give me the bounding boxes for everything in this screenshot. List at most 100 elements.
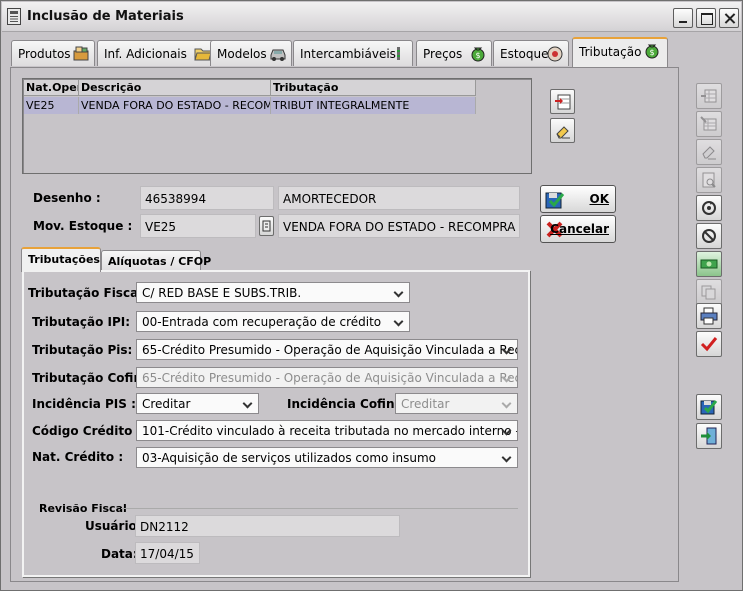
check-icon [700, 337, 718, 352]
cod-credito-value: 101-Crédito vinculado à receita tributad… [142, 424, 518, 438]
desenho-desc-field: AMORTECEDOR [278, 186, 520, 210]
main-window: Inclusão de Materiais Produtos Inf. Adic… [0, 0, 743, 591]
eraser-button[interactable] [550, 118, 575, 143]
mov-estoque-desc-field: VENDA FORA DO ESTADO - RECOMPRA [278, 214, 520, 238]
inc-cofins-select[interactable]: Creditar [395, 393, 518, 414]
save-button[interactable] [696, 394, 722, 420]
chevron-down-icon[interactable] [500, 370, 515, 385]
inc-cofins-value: Creditar [401, 397, 450, 411]
table-row[interactable]: VE25 VENDA FORA DO ESTADO - RECOMPRA TRI… [24, 97, 476, 114]
column-header[interactable]: Nat.Oper. [24, 80, 79, 96]
eraser-icon [556, 126, 570, 139]
exit-icon [701, 427, 717, 445]
save-icon [545, 192, 565, 209]
ok-button[interactable]: OK [540, 185, 616, 213]
cancel-label: Cancelar [550, 222, 609, 236]
chevron-down-icon[interactable] [500, 423, 515, 438]
copy-button[interactable] [696, 279, 722, 305]
cod-credito-select[interactable]: 101-Crédito vinculado à receita tributad… [136, 420, 518, 441]
trib-ipi-value: 00-Entrada com recuperação de crédito [142, 315, 382, 329]
revisao-fiscal-heading: Revisão Fiscal [39, 502, 127, 515]
tab-precos[interactable]: Preços $ [416, 40, 492, 66]
column-header[interactable]: Tributação [271, 80, 476, 96]
exit-button[interactable] [696, 423, 722, 449]
ok-label: OK [589, 192, 610, 206]
close-button[interactable] [719, 8, 739, 28]
trib-cofins-value: 65-Crédito Presumido - Operação de Aquis… [142, 371, 518, 385]
tab-label: Tributação [579, 45, 642, 59]
desenho-label: Desenho : [33, 191, 101, 205]
tab-tributacao[interactable]: Tributação $ [572, 37, 668, 67]
cod-credito-label: Código Crédito : [32, 424, 142, 438]
car-icon [270, 49, 286, 61]
chevron-down-icon[interactable] [500, 396, 515, 411]
search-record-button[interactable] [696, 167, 722, 193]
money-button[interactable] [696, 251, 722, 277]
tab-aliquotas-cfop[interactable]: Alíquotas / CFOP [101, 250, 211, 272]
document-search-icon [702, 172, 716, 188]
usuario-label: Usuário: [85, 519, 142, 533]
edit-table-icon [700, 116, 717, 131]
tab-inf-adicionais[interactable]: Inf. Adicionais [97, 40, 217, 66]
trib-pis-select[interactable]: 65-Crédito Presumido - Operação de Aquis… [136, 339, 518, 360]
usuario-field: DN2112 [135, 515, 400, 537]
insert-row-button[interactable] [550, 89, 575, 114]
tab-label: Produtos [18, 47, 71, 61]
trib-fiscal-value: C/ RED BASE E SUBS.TRIB. [142, 286, 302, 300]
nat-credito-select[interactable]: 03-Aquisição de serviços utilizados como… [136, 447, 518, 468]
trib-ipi-select[interactable]: 00-Entrada com recuperação de crédito [136, 311, 410, 332]
insert-row-icon [701, 89, 717, 103]
tab-modelos[interactable]: Modelos [210, 40, 292, 66]
chevron-down-icon[interactable] [241, 396, 256, 411]
tab-label: Inf. Adicionais [104, 47, 187, 61]
edit-record-button[interactable] [696, 111, 722, 137]
chevron-down-icon[interactable] [392, 314, 407, 329]
nat-credito-value: 03-Aquisição de serviços utilizados como… [142, 451, 437, 465]
trib-pis-value: 65-Crédito Presumido - Operação de Aquis… [142, 343, 518, 357]
lookup-icon [262, 220, 271, 232]
refresh-button[interactable] [696, 195, 722, 221]
app-icon [7, 8, 21, 25]
delete-record-button[interactable] [696, 139, 722, 165]
minimize-button[interactable] [673, 8, 693, 28]
svg-text:$: $ [649, 48, 654, 57]
window-title: Inclusão de Materiais [27, 9, 184, 24]
box-icon [73, 46, 89, 61]
mov-estoque-label: Mov. Estoque : [33, 219, 133, 233]
grid-header: Nat.Oper. Descrição Tributação [24, 80, 476, 96]
tab-estoque[interactable]: Estoque [493, 40, 569, 66]
eraser-icon [702, 146, 716, 160]
inc-pis-label: Incidência PIS : [32, 397, 136, 411]
revisao-divider [121, 508, 518, 509]
tab-label: Preços [423, 47, 463, 61]
tab-tributacoes[interactable]: Tributações [21, 247, 101, 272]
print-button[interactable] [696, 303, 722, 329]
title-bar[interactable]: Inclusão de Materiais [2, 2, 741, 32]
chevron-down-icon[interactable] [500, 450, 515, 465]
print-icon [700, 307, 718, 325]
cancel-button[interactable]: Cancelar [540, 215, 616, 243]
table-cell: VENDA FORA DO ESTADO - RECOMPRA [79, 97, 271, 114]
trib-cofins-select[interactable]: 65-Crédito Presumido - Operação de Aquis… [136, 367, 518, 388]
svg-text:$: $ [475, 51, 480, 60]
insert-row-icon [555, 94, 571, 110]
nat-oper-grid[interactable]: Nat.Oper. Descrição Tributação VE25 VEND… [22, 78, 532, 174]
cancel-search-button[interactable] [696, 223, 722, 249]
tab-intercambiaveis[interactable]: Intercambiáveis [293, 40, 413, 66]
insert-record-button[interactable] [696, 83, 722, 109]
cancel-search-icon [702, 229, 716, 243]
trib-fiscal-select[interactable]: C/ RED BASE E SUBS.TRIB. [136, 282, 410, 303]
mov-estoque-lookup-button[interactable] [259, 216, 274, 236]
tab-label: Intercambiáveis [300, 47, 396, 61]
chevron-down-icon[interactable] [500, 342, 515, 357]
maximize-button[interactable] [696, 8, 716, 28]
stock-icon [547, 46, 563, 62]
refresh-icon [702, 201, 716, 215]
inc-pis-select[interactable]: Creditar [136, 393, 259, 414]
column-header[interactable]: Descrição [79, 80, 271, 96]
mov-estoque-code-field: VE25 [140, 214, 256, 238]
money-icon [700, 259, 718, 269]
chevron-down-icon[interactable] [392, 285, 407, 300]
tab-produtos[interactable]: Produtos [11, 40, 95, 66]
confirm-button[interactable] [696, 331, 722, 357]
